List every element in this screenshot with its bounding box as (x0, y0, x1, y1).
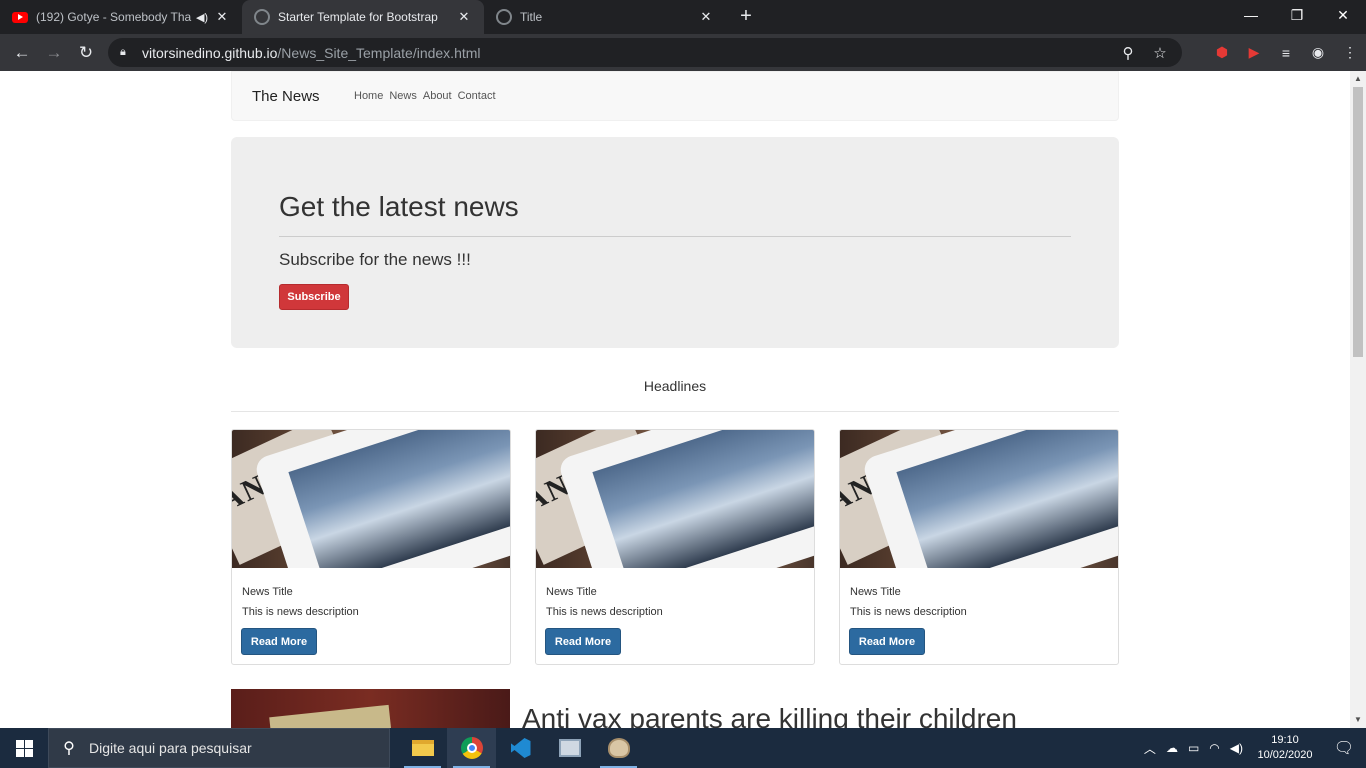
windows-start-icon[interactable] (0, 728, 48, 768)
notification-icon[interactable]: 🗨︎ (1322, 738, 1366, 758)
tab-bootstrap[interactable]: Starter Template for Bootstrap ✕ (242, 0, 484, 34)
chrome-icon[interactable] (447, 728, 496, 768)
news-title: News Title (850, 586, 901, 598)
divider (231, 411, 1119, 412)
search-placeholder: Digite aqui para pesquisar (89, 740, 252, 756)
nav-news[interactable]: News (389, 90, 417, 102)
subscribe-button[interactable]: Subscribe (279, 284, 349, 310)
chevron-up-icon[interactable]: ︿ (1139, 740, 1161, 757)
close-tab-icon[interactable]: ✕ (456, 9, 472, 25)
news-title: News Title (546, 586, 597, 598)
file-explorer-icon[interactable] (398, 728, 447, 768)
reload-icon[interactable]: ↻ (70, 43, 102, 63)
nav-contact[interactable]: Contact (458, 90, 496, 102)
close-tab-icon[interactable]: ✕ (698, 9, 714, 25)
taskbar-search[interactable]: ⚲ Digite aqui para pesquisar (48, 728, 390, 768)
news-title: News Title (242, 586, 293, 598)
url-host: vitorsinedino.github.io (142, 44, 278, 61)
news-card: ANCIAL News Title This is news descripti… (535, 429, 815, 665)
adblock-extension-icon[interactable]: ⬢ (1206, 44, 1238, 61)
news-image: ANCIAL (536, 430, 814, 568)
youtube-icon (12, 11, 28, 23)
nav-home[interactable]: Home (354, 90, 383, 102)
lock-icon: 🔒︎ (120, 46, 126, 58)
vscode-icon[interactable] (496, 728, 545, 768)
restore-icon[interactable]: ❐ (1274, 0, 1320, 30)
onedrive-icon[interactable]: ☁ (1161, 741, 1183, 755)
site-brand[interactable]: The News (252, 88, 354, 105)
profile-avatar-icon[interactable]: ◉ (1302, 44, 1334, 61)
news-description: This is news description (546, 606, 663, 618)
page-scrollbar[interactable]: ▲ ▼ (1350, 71, 1366, 728)
search-icon: ⚲ (63, 740, 75, 757)
jumbotron-subtitle: Subscribe for the news !!! (279, 250, 471, 269)
tab-title: (192) Gotye - Somebody Tha (36, 10, 192, 24)
paint-icon[interactable] (594, 728, 643, 768)
zoom-icon[interactable]: ⚲ (1112, 44, 1144, 62)
divider (279, 236, 1071, 237)
read-more-button[interactable]: Read More (545, 628, 621, 655)
tab-title: Starter Template for Bootstrap (278, 10, 438, 24)
tab-youtube[interactable]: (192) Gotye - Somebody Tha ◀) ✕ (0, 0, 242, 34)
wifi-icon[interactable]: ◠ (1204, 741, 1224, 755)
article-title[interactable]: Anti vax parents are killing their child… (522, 703, 1017, 728)
scrollbar-thumb[interactable] (1353, 87, 1363, 357)
tab-title-page[interactable]: Title ✕ (484, 0, 726, 34)
extensions-area: ⬢ ▶ ≡ ◉ ⋮ (1206, 34, 1366, 71)
minimize-icon[interactable]: — (1228, 0, 1274, 30)
web-page: The News Home News About Contact Get the… (0, 71, 1350, 728)
new-tab-icon[interactable]: + (726, 0, 766, 34)
news-image: ANCIAL (840, 430, 1118, 568)
back-icon[interactable]: ← (6, 43, 38, 63)
speaker-icon[interactable]: ◀) (194, 11, 210, 24)
clock-date: 10/02/2020 (1257, 749, 1313, 761)
browser-toolbar: ← → ↻ 🔒︎ vitorsinedino.github.io/News_Si… (0, 34, 1366, 71)
window-controls: — ❐ ✕ (1228, 0, 1366, 30)
news-description: This is news description (850, 606, 967, 618)
clock-time: 19:10 (1271, 734, 1299, 746)
jumbotron: Get the latest news Subscribe for the ne… (231, 137, 1119, 348)
system-tray: ︿ ☁ ▭ ◠ ◀) 19:10 10/02/2020 🗨︎ (1139, 728, 1366, 768)
scroll-down-icon[interactable]: ▼ (1350, 712, 1366, 728)
read-more-button[interactable]: Read More (241, 628, 317, 655)
read-more-button[interactable]: Read More (849, 628, 925, 655)
globe-icon (496, 9, 512, 25)
clock[interactable]: 19:10 10/02/2020 (1248, 733, 1322, 763)
news-card: ANCIAL News Title This is news descripti… (839, 429, 1119, 665)
headlines-heading: Headlines (643, 378, 707, 394)
jumbotron-heading: Get the latest news (279, 191, 519, 222)
tab-title: Title (520, 10, 543, 24)
site-navbar: The News Home News About Contact (231, 71, 1119, 121)
media-control-icon[interactable]: ≡ (1270, 45, 1302, 61)
youtube-extension-icon[interactable]: ▶ (1238, 44, 1270, 61)
url-path: /News_Site_Template/index.html (277, 44, 481, 61)
menu-icon[interactable]: ⋮ (1334, 44, 1366, 61)
taskbar: ⚲ Digite aqui para pesquisar ︿ ☁ ▭ ◠ ◀) … (0, 728, 1366, 768)
volume-icon[interactable]: ◀) (1225, 741, 1248, 755)
scroll-up-icon[interactable]: ▲ (1350, 71, 1366, 87)
close-tab-icon[interactable]: ✕ (214, 9, 230, 25)
news-card: ANCIAL News Title This is news descripti… (231, 429, 511, 665)
close-window-icon[interactable]: ✕ (1320, 0, 1366, 30)
address-bar[interactable]: 🔒︎ vitorsinedino.github.io/News_Site_Tem… (108, 38, 1182, 67)
news-image: ANCIAL (232, 430, 510, 568)
article-image (231, 689, 510, 728)
bookmark-star-icon[interactable]: ☆ (1144, 44, 1176, 62)
app-window-icon[interactable] (545, 728, 594, 768)
battery-icon[interactable]: ▭ (1183, 741, 1204, 755)
forward-icon[interactable]: → (38, 43, 70, 63)
news-description: This is news description (242, 606, 359, 618)
globe-icon (254, 9, 270, 25)
nav-about[interactable]: About (423, 90, 452, 102)
browser-tab-strip: (192) Gotye - Somebody Tha ◀) ✕ Starter … (0, 0, 1366, 34)
